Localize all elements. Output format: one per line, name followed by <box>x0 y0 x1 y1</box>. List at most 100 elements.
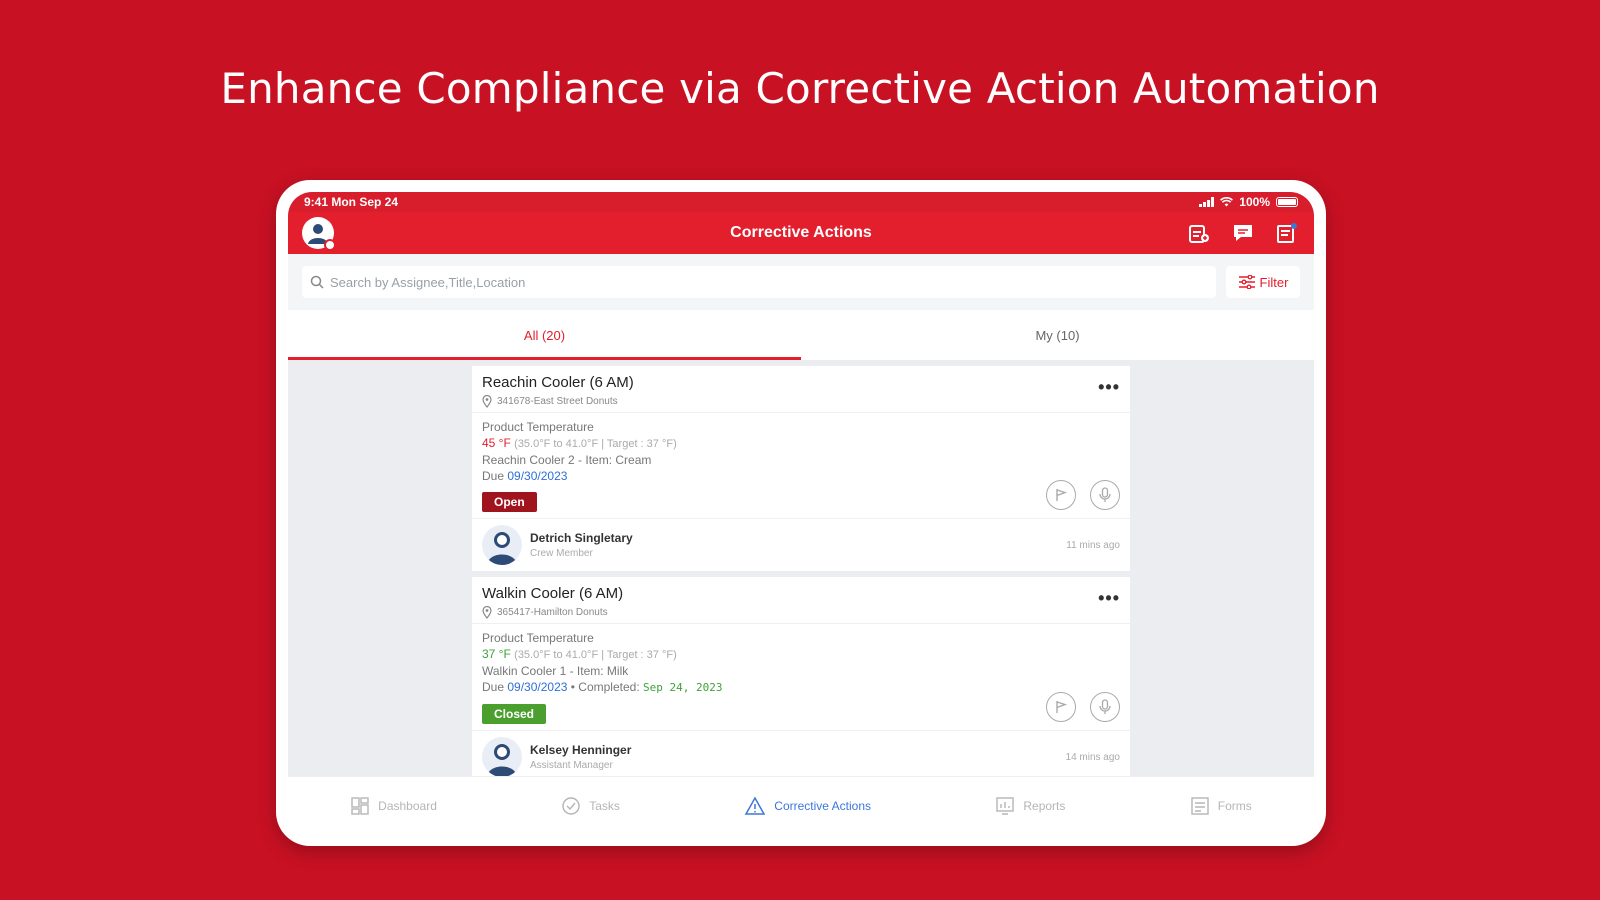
flag-button[interactable] <box>1046 692 1076 722</box>
temperature-reading: 45 °F (35.0°F to 41.0°F | Target : 37 °F… <box>482 435 677 452</box>
assignee[interactable]: Kelsey Henninger Assistant Manager <box>482 737 631 776</box>
card-title: Reachin Cooler (6 AM) <box>482 374 634 391</box>
completed-date: Sep 24, 2023 <box>643 681 723 694</box>
assignee[interactable]: Detrich Singletary Crew Member <box>482 525 633 565</box>
card-footer: Kelsey Henninger Assistant Manager 14 mi… <box>472 730 1130 776</box>
due-label: Due <box>482 469 505 483</box>
wifi-icon <box>1220 197 1234 207</box>
card-location: 365417-Hamilton Donuts <box>482 606 623 619</box>
location-text: 341678-East Street Donuts <box>497 396 618 407</box>
time-ago: 14 mins ago <box>1065 751 1120 763</box>
page-title: Corrective Actions <box>730 224 872 241</box>
microphone-button[interactable] <box>1090 480 1120 510</box>
card-body: Product Temperature 37 °F (35.0°F to 41.… <box>472 624 1130 730</box>
tab-bar: All (20) My (10) <box>288 310 1314 360</box>
due-label: Due <box>482 680 505 694</box>
card-title: Walkin Cooler (6 AM) <box>482 585 624 602</box>
due-date[interactable]: 09/30/2023 <box>507 680 567 694</box>
chat-icon[interactable] <box>1230 220 1256 246</box>
flag-button[interactable] <box>1046 480 1076 510</box>
profile-avatar-icon[interactable] <box>302 217 336 251</box>
time-ago: 11 mins ago <box>1066 539 1120 551</box>
profile-status-dot <box>324 239 336 251</box>
search-box[interactable] <box>302 266 1216 298</box>
notes-icon[interactable] <box>1274 220 1300 246</box>
tab-all[interactable]: All (20) <box>288 310 801 360</box>
headline: Enhance Compliance via Corrective Action… <box>220 64 1380 113</box>
search-row: Filter <box>288 254 1314 310</box>
dashboard-icon <box>351 796 369 815</box>
app-header: Corrective Actions <box>288 212 1314 254</box>
temperature-value: 45 °F <box>482 436 511 450</box>
avatar <box>482 737 522 776</box>
search-icon <box>310 275 324 289</box>
signal-icon <box>1199 197 1215 207</box>
tablet-frame: 9:41 Mon Sep 24 100% Corrective Actions <box>276 180 1326 846</box>
add-task-icon[interactable] <box>1186 220 1212 246</box>
tab-my[interactable]: My (10) <box>801 310 1314 360</box>
metric-label: Product Temperature <box>482 420 594 434</box>
temperature-range: (35.0°F to 41.0°F | Target : 37 °F) <box>514 649 677 661</box>
nav-reports[interactable]: Reports <box>995 796 1065 816</box>
location-pin-icon <box>482 395 492 408</box>
corrective-action-card[interactable]: Walkin Cooler (6 AM) 365417-Hamilton Don… <box>472 577 1130 776</box>
temperature-value: 37 °F <box>482 647 511 661</box>
card-actions <box>1046 692 1120 722</box>
card-body: Product Temperature 45 °F (35.0°F to 41.… <box>472 413 1130 518</box>
more-options-icon[interactable]: ••• <box>1098 589 1120 619</box>
card-location: 341678-East Street Donuts <box>482 395 634 408</box>
item-description: Reachin Cooler 2 - Item: Cream <box>482 453 652 467</box>
nav-label: Dashboard <box>378 798 437 813</box>
search-input[interactable] <box>330 274 1208 290</box>
assignee-name: Detrich Singletary <box>530 531 633 545</box>
status-indicators: 100% <box>1199 195 1298 209</box>
filter-button[interactable]: Filter <box>1226 266 1300 298</box>
card-actions <box>1046 480 1120 510</box>
due-date[interactable]: 09/30/2023 <box>507 469 567 483</box>
header-actions <box>1186 220 1300 246</box>
card-footer: Detrich Singletary Crew Member 11 mins a… <box>472 518 1130 571</box>
due-line: Due 09/30/2023 <box>482 468 677 484</box>
assignee-role: Crew Member <box>530 548 593 559</box>
avatar <box>482 525 522 565</box>
forms-icon <box>1191 796 1209 815</box>
microphone-icon <box>1099 487 1111 502</box>
status-badge: Open <box>482 492 537 512</box>
corrective-action-card[interactable]: Reachin Cooler (6 AM) 341678-East Street… <box>472 366 1130 571</box>
filter-label: Filter <box>1259 274 1289 290</box>
location-text: 365417-Hamilton Donuts <box>497 607 608 618</box>
battery-percent: 100% <box>1239 195 1270 209</box>
metric-label: Product Temperature <box>482 631 594 645</box>
nav-label: Forms <box>1217 798 1252 813</box>
nav-tasks[interactable]: Tasks <box>561 796 620 816</box>
card-header: Reachin Cooler (6 AM) 341678-East Street… <box>472 366 1130 413</box>
assignee-name: Kelsey Henninger <box>530 743 632 757</box>
status-badge: Closed <box>482 704 547 724</box>
card-header: Walkin Cooler (6 AM) 365417-Hamilton Don… <box>472 577 1130 624</box>
assignee-role: Assistant Manager <box>530 760 613 771</box>
nav-dashboard[interactable]: Dashboard <box>350 796 437 816</box>
due-line: Due 09/30/2023 • Completed: Sep 24, 2023 <box>482 679 723 696</box>
nav-label: Corrective Actions <box>774 798 871 813</box>
temperature-range: (35.0°F to 41.0°F | Target : 37 °F) <box>514 438 677 450</box>
location-pin-icon <box>482 606 492 619</box>
more-options-icon[interactable]: ••• <box>1098 378 1120 408</box>
nav-label: Tasks <box>589 798 620 813</box>
app-screen: 9:41 Mon Sep 24 100% Corrective Actions <box>288 192 1314 834</box>
filter-icon <box>1238 275 1255 289</box>
item-description: Walkin Cooler 1 - Item: Milk <box>482 664 629 678</box>
status-time: 9:41 Mon Sep 24 <box>304 195 399 209</box>
nav-forms[interactable]: Forms <box>1190 796 1252 816</box>
microphone-button[interactable] <box>1090 692 1120 722</box>
status-bar: 9:41 Mon Sep 24 100% <box>288 192 1314 212</box>
reports-icon <box>996 796 1015 815</box>
nav-corrective-actions[interactable]: Corrective Actions <box>744 795 871 816</box>
warning-triangle-icon <box>745 795 766 815</box>
flag-icon <box>1056 701 1068 713</box>
battery-icon <box>1276 197 1298 207</box>
nav-label: Reports <box>1023 798 1066 813</box>
corrective-action-list: Reachin Cooler (6 AM) 341678-East Street… <box>288 360 1314 776</box>
bottom-nav: Dashboard Tasks Corrective Actions Repor… <box>288 776 1314 834</box>
tasks-icon <box>562 796 580 815</box>
temperature-reading: 37 °F (35.0°F to 41.0°F | Target : 37 °F… <box>482 646 723 663</box>
